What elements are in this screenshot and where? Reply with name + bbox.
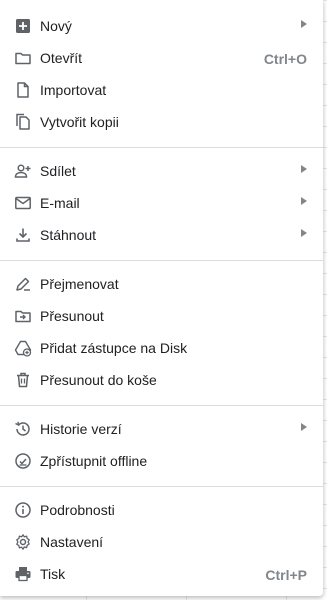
- submenu-arrow-icon: [301, 229, 307, 237]
- menu-item-make-copy[interactable]: Vytvořit kopii: [0, 106, 323, 138]
- menu-item-label: Nový: [40, 18, 72, 34]
- menu-divider: [0, 260, 323, 261]
- menu-item-settings[interactable]: Nastavení: [0, 526, 323, 558]
- file-menu: Nový Otevřít Ctrl+O Importovat Vytvořit …: [0, 0, 323, 596]
- menu-item-label: Nastavení: [40, 534, 104, 550]
- mail-icon: [14, 194, 32, 212]
- copy-icon: [14, 113, 32, 131]
- menu-item-label: Importovat: [40, 82, 107, 98]
- menu-item-print[interactable]: Tisk Ctrl+P: [0, 558, 323, 590]
- history-icon: [14, 420, 32, 438]
- menu-divider: [0, 147, 323, 148]
- menu-item-download[interactable]: Stáhnout: [0, 219, 323, 251]
- menu-item-share[interactable]: Sdílet: [0, 155, 323, 187]
- menu-divider: [0, 486, 323, 487]
- menu-divider: [0, 405, 323, 406]
- menu-item-label: Přesunout do koše: [40, 372, 157, 388]
- rename-icon: [14, 275, 32, 293]
- print-icon: [14, 565, 32, 583]
- submenu-arrow-icon: [301, 20, 307, 28]
- menu-item-label: Přesunout: [40, 308, 104, 324]
- menu-item-move-to-trash[interactable]: Přesunout do koše: [0, 364, 323, 396]
- menu-item-label: Sdílet: [40, 163, 76, 179]
- drive-shortcut-icon: [14, 339, 32, 357]
- menu-item-label: Zpřístupnit offline: [40, 453, 148, 469]
- menu-item-open[interactable]: Otevřít Ctrl+O: [0, 42, 323, 74]
- menu-item-label: Historie verzí: [40, 421, 122, 437]
- menu-item-move[interactable]: Přesunout: [0, 300, 323, 332]
- menu-item-label: Vytvořit kopii: [40, 114, 119, 130]
- download-icon: [14, 226, 32, 244]
- menu-item-import[interactable]: Importovat: [0, 74, 323, 106]
- menu-item-label: Otevřít: [40, 50, 83, 66]
- shortcut-label: Ctrl+O: [263, 51, 307, 67]
- gear-icon: [14, 533, 32, 551]
- menu-item-label: Přejmenovat: [40, 276, 119, 292]
- menu-item-details[interactable]: Podrobnosti: [0, 494, 323, 526]
- submenu-arrow-icon: [301, 423, 307, 431]
- menu-item-label: Přidat zástupce na Disk: [40, 340, 188, 356]
- info-icon: [14, 501, 32, 519]
- add-icon: [14, 17, 32, 35]
- menu-item-rename[interactable]: Přejmenovat: [0, 268, 323, 300]
- trash-icon: [14, 371, 32, 389]
- submenu-arrow-icon: [301, 165, 307, 173]
- folder-icon: [14, 49, 32, 67]
- menu-item-new[interactable]: Nový: [0, 10, 323, 42]
- menu-item-label: Podrobnosti: [40, 502, 115, 518]
- menu-item-label: E-mail: [40, 195, 80, 211]
- menu-item-make-available-offline[interactable]: Zpřístupnit offline: [0, 445, 323, 477]
- menu-item-email[interactable]: E-mail: [0, 187, 323, 219]
- menu-item-add-shortcut-to-drive[interactable]: Přidat zástupce na Disk: [0, 332, 323, 364]
- shortcut-label: Ctrl+P: [265, 567, 307, 583]
- submenu-arrow-icon: [301, 197, 307, 205]
- file-icon: [14, 81, 32, 99]
- menu-item-version-history[interactable]: Historie verzí: [0, 413, 323, 445]
- offline-icon: [14, 452, 32, 470]
- person-add-icon: [14, 162, 32, 180]
- move-folder-icon: [14, 307, 32, 325]
- menu-item-label: Tisk: [40, 566, 66, 582]
- menu-item-label: Stáhnout: [40, 227, 97, 243]
